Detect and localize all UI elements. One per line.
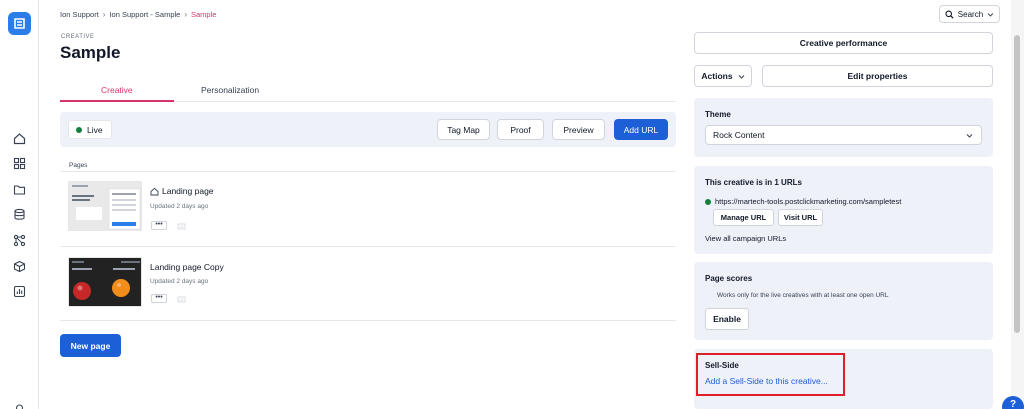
copy-icon[interactable] [177, 223, 187, 230]
page-thumbnail[interactable] [68, 181, 142, 231]
page-scores-panel: Page scores Works only for the live crea… [694, 262, 993, 340]
database-icon[interactable] [11, 206, 27, 222]
visit-url-button[interactable]: Visit URL [778, 209, 823, 226]
view-all-urls-link[interactable]: View all campaign URLs [705, 234, 786, 243]
analytics-icon[interactable] [11, 283, 27, 299]
help-label: ? [1009, 399, 1017, 409]
urls-panel: This creative is in 1 URLs https://marte… [694, 166, 993, 254]
search-button[interactable]: Search [939, 5, 1000, 23]
grid-icon[interactable] [11, 155, 27, 171]
home-icon[interactable] [11, 130, 27, 146]
home-icon [150, 187, 159, 195]
breadcrumb-item[interactable]: Ion Support - Sample [109, 10, 180, 19]
chevron-down-icon [738, 74, 744, 79]
tab-bar: Creative Personalization [60, 83, 676, 102]
page-name-label: Landing page Copy [150, 262, 224, 272]
tab-personalization[interactable]: Personalization [201, 85, 259, 95]
actions-label: Actions [701, 71, 733, 81]
page-scores-note: Works only for the live creatives with a… [717, 292, 889, 299]
active-tab-indicator [60, 100, 174, 102]
highlight-box [696, 353, 845, 396]
creative-toolbar: Live Tag Map Proof Preview Add URL [60, 112, 676, 147]
page-kind-label: CREATIVE [61, 34, 95, 40]
chevron-down-icon [966, 134, 973, 138]
url-text: https://martech-tools.postclickmarketing… [715, 197, 902, 206]
page-updated: Updated 2 days ago [150, 203, 209, 210]
search-label: Search [957, 9, 984, 19]
tab-creative[interactable]: Creative [101, 85, 133, 95]
breadcrumb-current: Sample [191, 10, 217, 19]
creative-performance-button[interactable]: Creative performance [694, 32, 993, 54]
more-options-button[interactable]: ••• [151, 221, 167, 230]
preview-button[interactable]: Preview [552, 119, 605, 140]
left-nav-rail [0, 0, 39, 409]
page-name[interactable]: Landing page [150, 186, 214, 196]
page-name-label: Landing page [162, 186, 214, 196]
urls-title: This creative is in 1 URLs [705, 178, 802, 187]
chevron-right-icon: › [102, 10, 106, 19]
status-label: Live [87, 124, 103, 135]
page-title: Sample [60, 43, 121, 62]
page-scores-title: Page scores [705, 274, 753, 283]
enable-button[interactable]: Enable [705, 308, 749, 330]
theme-panel: Theme Rock Content [694, 98, 993, 157]
live-dot-icon [705, 198, 711, 205]
divider [60, 171, 676, 172]
proof-button[interactable]: Proof [497, 119, 544, 140]
copy-icon[interactable] [177, 296, 187, 303]
page-updated: Updated 2 days ago [150, 278, 209, 285]
theme-title: Theme [705, 110, 731, 119]
user-icon[interactable] [11, 401, 27, 409]
status-badge: Live [68, 120, 112, 139]
page-name[interactable]: Landing page Copy [150, 262, 224, 272]
breadcrumb-item[interactable]: Ion Support [60, 10, 99, 19]
cube-icon[interactable] [11, 258, 27, 274]
edit-properties-button[interactable]: Edit properties [762, 65, 993, 87]
new-page-button[interactable]: New page [60, 334, 121, 357]
manage-url-button[interactable]: Manage URL [713, 209, 774, 226]
pages-section-label: Pages [69, 162, 88, 169]
tag-map-button[interactable]: Tag Map [437, 119, 490, 140]
url-row: https://martech-tools.postclickmarketing… [705, 197, 901, 206]
folder-icon[interactable] [11, 181, 27, 197]
theme-select[interactable]: Rock Content [705, 125, 982, 145]
app-logo-icon[interactable] [8, 12, 31, 35]
breadcrumb: Ion Support › Ion Support - Sample › Sam… [60, 10, 216, 19]
page-thumbnail[interactable] [68, 257, 142, 307]
workflow-icon[interactable] [11, 232, 27, 248]
divider [60, 246, 676, 247]
live-dot-icon [76, 126, 82, 133]
chevron-down-icon [987, 12, 994, 17]
add-url-button[interactable]: Add URL [614, 119, 668, 140]
theme-value: Rock Content [713, 130, 765, 140]
divider [60, 320, 676, 321]
search-icon [945, 10, 954, 19]
chevron-right-icon: › [184, 10, 187, 19]
actions-dropdown[interactable]: Actions [694, 65, 752, 87]
scrollbar-thumb[interactable] [1014, 35, 1020, 333]
more-options-button[interactable]: ••• [151, 294, 167, 303]
